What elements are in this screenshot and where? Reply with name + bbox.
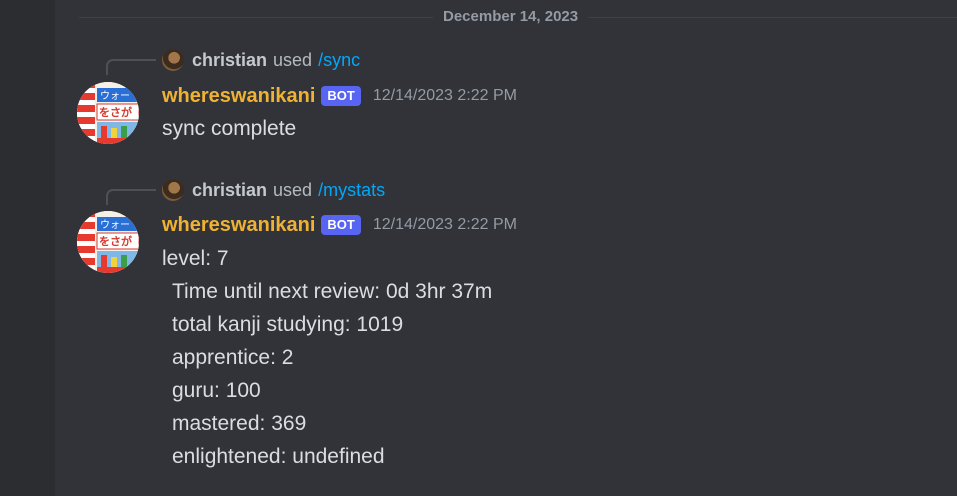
stat-level: level: 7	[162, 247, 229, 270]
message-text: sync complete	[162, 117, 297, 140]
svg-text:ウォー: ウォー	[100, 219, 130, 231]
stat-next-review: Time until next review: 0d 3hr 37m	[172, 280, 493, 303]
reply-connector	[106, 189, 156, 205]
svg-text:をさが: をさが	[99, 105, 132, 119]
stat-apprentice: apprentice: 2	[172, 346, 294, 369]
stat-kanji-studying: total kanji studying: 1019	[172, 313, 404, 336]
command-link[interactable]: /mystats	[318, 180, 385, 201]
author-username[interactable]: whereswanikani	[162, 85, 315, 108]
reply-verb: used	[273, 49, 313, 70]
user-avatar-icon[interactable]	[162, 179, 184, 201]
stat-guru: guru: 100	[172, 379, 261, 402]
reply-connector	[106, 59, 156, 75]
bot-avatar-icon[interactable]: ウォー をさが	[77, 211, 139, 273]
bot-badge: BOT	[321, 215, 361, 235]
user-avatar-icon[interactable]	[162, 49, 184, 71]
message-header: whereswanikani BOT 12/14/2023 2:22 PM	[162, 211, 517, 239]
stat-mastered: mastered: 369	[172, 412, 307, 435]
bot-avatar-icon[interactable]: ウォー をさが	[77, 82, 139, 144]
server-sidebar-edge	[0, 0, 55, 496]
reply-username[interactable]: christian	[192, 180, 267, 201]
stat-enlightened: enlightened: undefined	[172, 445, 385, 468]
message-timestamp[interactable]: 12/14/2023 2:22 PM	[373, 87, 517, 105]
date-divider-label: December 14, 2023	[433, 7, 589, 27]
svg-text:ウォー: ウォー	[100, 90, 130, 102]
command-link[interactable]: /sync	[318, 50, 360, 71]
chat-area: December 14, 2023 christian used /sync ウ…	[55, 0, 957, 496]
command-reply-header[interactable]: christian used /sync	[162, 48, 360, 72]
svg-text:をさが: をさが	[99, 234, 132, 248]
message-header: whereswanikani BOT 12/14/2023 2:22 PM	[162, 82, 517, 110]
bot-badge: BOT	[321, 86, 361, 106]
message-timestamp[interactable]: 12/14/2023 2:22 PM	[373, 216, 517, 234]
reply-username[interactable]: christian	[192, 50, 267, 71]
author-username[interactable]: whereswanikani	[162, 214, 315, 237]
reply-verb: used	[273, 179, 313, 200]
command-reply-header[interactable]: christian used /mystats	[162, 178, 385, 202]
